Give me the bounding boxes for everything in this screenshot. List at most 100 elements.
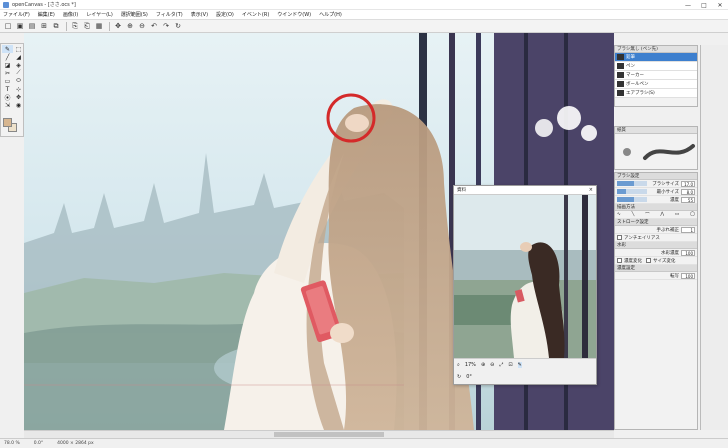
lasso-tool-icon[interactable]: ⟋ [13,69,24,77]
crosshair-tool-icon[interactable]: ⊹ [13,85,24,93]
draw-freehand-icon[interactable]: ∿ [617,212,621,217]
rotate-value[interactable]: 0° [466,374,472,380]
zoom-out-icon[interactable]: ⊖ [137,21,147,31]
main-toolbar: □ ▣ ▤ ⊞ ⧉ ⎘ ⎗ ▦ ✥ ⊕ ⊖ ↶ ↷ ↻ [0,20,728,33]
draw-method-icons: ∿ ╲ ⌒ ⋀ ▭ ◯ [615,211,697,219]
zoom-out-icon[interactable]: ⊖ [490,362,494,368]
menu-settings[interactable]: 設定(O) [216,11,234,18]
layer-panel-strip[interactable] [700,45,728,430]
rotate-left-icon[interactable]: ↶ [149,21,159,31]
pressure-size-checkbox[interactable] [646,258,651,263]
brush-size-row[interactable]: ブラシサイズ 17.0 [615,180,697,188]
fill-tool-icon[interactable]: ◪ [2,61,13,69]
menu-image[interactable]: 画像(I) [63,11,78,18]
maximize-button[interactable]: □ [696,0,712,10]
antialias-label: アンチエイリアス [624,235,660,241]
min-size-value[interactable]: 8.0 [681,188,695,195]
menu-help[interactable]: ヘルプ(H) [319,11,342,18]
reference-window: 資料 × ⌕ 17% ⊕ ⊖ ⤢ ⊡ ✎ ↻ 0° [453,185,597,385]
stamp-tool-icon[interactable]: ◉ [13,101,24,109]
menu-event[interactable]: イベント(R) [242,11,269,18]
horizontal-scrollbar[interactable] [24,430,614,438]
texture-panel: 紙質 [614,126,698,170]
brush-item[interactable]: 鉛筆 [615,53,697,62]
draw-curve-icon[interactable]: ⌒ [645,212,650,218]
menu-file[interactable]: ファイル(F) [3,11,30,18]
close-button[interactable]: ✕ [712,0,728,10]
window-icon[interactable]: ⧉ [51,21,61,31]
menu-view[interactable]: 表示(V) [191,11,208,18]
brush-size-slider[interactable] [617,181,647,186]
menu-window[interactable]: ウインドウ(W) [277,11,311,18]
brush-panel-title: ブラシ無し (ペン先) [615,46,697,53]
pressure-density-checkbox[interactable] [617,258,622,263]
brush-item[interactable]: ボールペン [615,80,697,89]
rotate-right-icon[interactable]: ↷ [161,21,171,31]
reset-rotation-icon[interactable]: ↻ [173,21,183,31]
menu-edit[interactable]: 編集(E) [38,11,55,18]
antialias-row[interactable]: アンチエイリアス [615,234,697,242]
draw-ellipse-icon[interactable]: ◯ [690,212,695,217]
menu-selection[interactable]: 選択範囲(S) [121,11,148,18]
zoom-value[interactable]: 17% [465,362,476,368]
window-title: openCanvas - [ささ.ocs *] [12,2,76,8]
paste-icon[interactable]: ⎗ [82,21,92,31]
transfer-row[interactable]: 転写 100 [615,272,697,280]
watercolor-row[interactable]: 水彩濃度 100 [615,249,697,257]
cut-tool-icon[interactable]: ✂ [2,69,13,77]
zoom-in-icon[interactable]: ⊕ [125,21,135,31]
gradient-tool-icon[interactable]: ◈ [13,61,24,69]
transfer-value[interactable]: 100 [681,272,695,279]
density-slider[interactable] [617,197,647,202]
transform-tool-icon[interactable]: ⇲ [2,101,13,109]
zoom-level: 78.0 % [4,441,20,446]
stroke-preview [623,144,695,160]
open-file-icon[interactable]: ▣ [15,21,25,31]
fit-icon[interactable]: ⤢ [499,362,503,368]
zoom-icon[interactable]: ⌕ [457,362,460,368]
save-icon[interactable]: ▤ [27,21,37,31]
brush-tool-icon[interactable]: ◢ [13,53,24,61]
reference-photo[interactable] [454,195,596,358]
menu-filter[interactable]: フィルタ(T) [156,11,183,18]
brush-item[interactable]: エアブラシ(S) [615,89,697,98]
smoothing-value[interactable]: 1 [681,226,695,233]
eyedropper-tool-icon[interactable]: ⦿ [2,93,13,102]
title-bar: openCanvas - [ささ.ocs *] — □ ✕ [0,0,728,10]
brush-size-value[interactable]: 17.0 [681,180,695,187]
selection-tool-icon[interactable]: ⬚ [13,45,24,53]
rotate-icon[interactable]: ↻ [457,374,461,380]
actual-size-icon[interactable]: ⊡ [508,362,512,368]
draw-rect-icon[interactable]: ▭ [675,212,679,217]
minimize-button[interactable]: — [680,0,696,10]
draw-polyline-icon[interactable]: ⋀ [660,212,664,217]
draw-line-icon[interactable]: ╲ [632,212,635,217]
ellipse-tool-icon[interactable]: ⬭ [13,77,24,85]
brush-item[interactable]: マーカー [615,71,697,80]
watercolor-value[interactable]: 100 [681,249,695,256]
copy-icon[interactable]: ⎘ [70,21,80,31]
scrollbar-thumb[interactable] [274,432,384,437]
min-size-slider[interactable] [617,189,647,194]
zoom-in-icon[interactable]: ⊕ [481,362,485,368]
move-tool-icon[interactable]: ✥ [13,93,24,101]
rect-tool-icon[interactable]: ▭ [2,77,13,85]
window-controls: — □ ✕ [680,0,728,10]
brush-item[interactable]: ペン [615,62,697,71]
new-file-icon[interactable]: □ [3,21,13,31]
menu-layer[interactable]: レイヤー(L) [86,11,113,18]
min-size-label: 最小サイズ [656,189,679,195]
line-tool-icon[interactable]: ╱ [2,53,13,61]
hand-icon[interactable]: ✥ [113,21,123,31]
min-size-row[interactable]: 最小サイズ 8.0 [615,188,697,196]
density-value[interactable]: 55 [681,196,695,203]
foreground-color-swatch[interactable] [3,118,12,127]
reference-close-icon[interactable]: × [589,187,593,193]
layer-icon[interactable]: ▦ [94,21,104,31]
grid-icon[interactable]: ⊞ [39,21,49,31]
density-row[interactable]: 濃度 55 [615,196,697,204]
pen-tool-icon[interactable]: ✎ [2,45,13,53]
smoothing-row[interactable]: 手ぶれ補正 1 [615,226,697,234]
eyedropper-icon[interactable]: ✎ [517,362,522,368]
antialias-checkbox[interactable] [617,235,622,240]
